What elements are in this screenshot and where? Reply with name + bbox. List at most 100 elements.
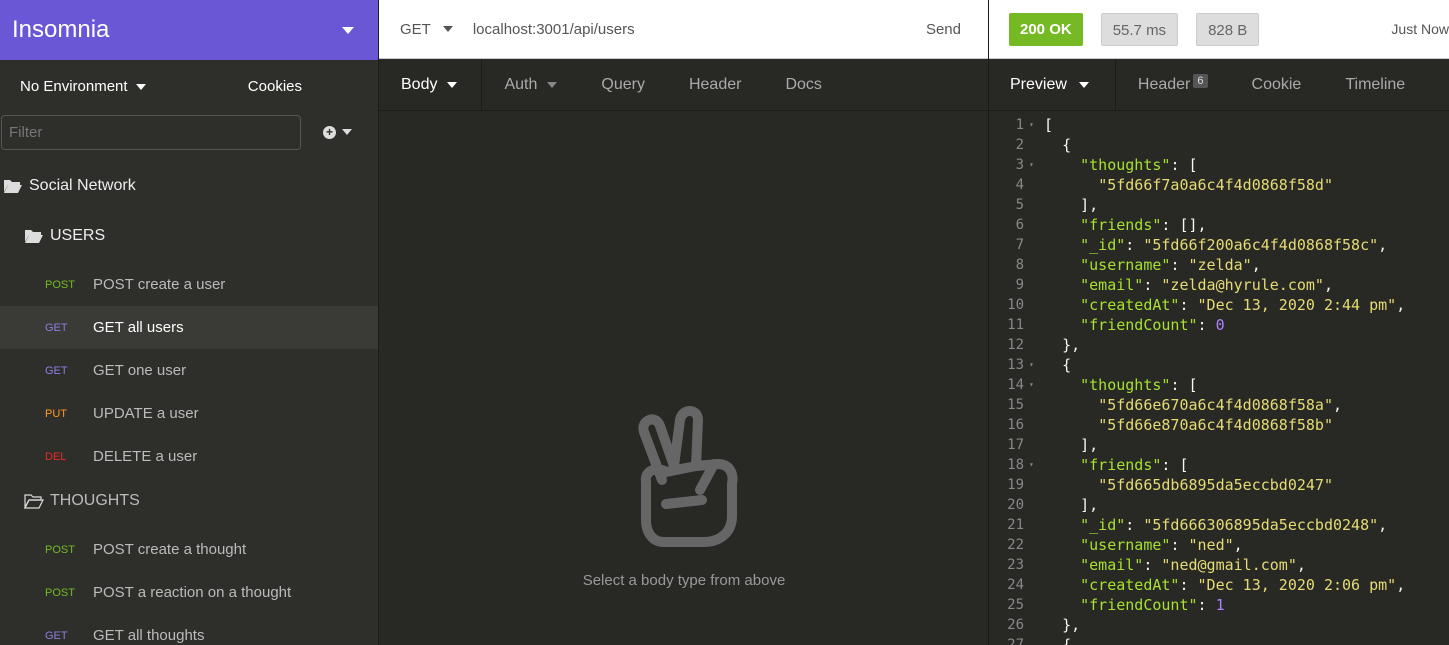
tab-query[interactable]: Query [579,59,667,111]
method-badge: POST [45,278,75,291]
fold-arrow-icon[interactable]: ▾ [1024,155,1044,175]
code-line: 18 ▾ "friends": [ [989,455,1449,475]
tab-response-header[interactable]: Header 6 [1116,59,1230,111]
code-line: 15 "5fd66e670a6c4f4d0868f58a", [989,395,1449,415]
code-text: { [1062,356,1072,374]
request-item[interactable]: DEL DELETE a user [0,435,378,478]
code-line: 7 "_id": "5fd66f200a6c4f4d0868f58c", [989,235,1449,255]
environment-selector[interactable]: No Environment [20,78,146,95]
code-text: "_id": "5fd666306895da5eccbd0248", [1080,516,1388,534]
request-label: DELETE a user [93,448,198,465]
method-badge: GET [45,629,68,642]
code-line: 9 "email": "zelda@hyrule.com", [989,275,1449,295]
chevron-down-icon [342,129,352,135]
url-bar: GET localhost:3001/api/users Send [379,0,988,59]
request-item[interactable]: POST POST create a user [0,263,378,306]
line-number: 9 [1015,277,1024,293]
code-text: { [1062,136,1072,154]
code-line: 25 "friendCount": 1 [989,595,1449,615]
environment-label: No Environment [20,77,128,95]
code-line: 26 }, [989,615,1449,635]
code-line: 20 ], [989,495,1449,515]
code-line: 10 "createdAt": "Dec 13, 2020 2:44 pm", [989,295,1449,315]
code-text: "_id": "5fd66f200a6c4f4d0868f58c", [1080,236,1388,254]
response-history-button[interactable]: Just Now [1391,21,1449,37]
fold-gutter [1024,315,1044,335]
fold-gutter [1024,195,1044,215]
filter-input[interactable] [1,114,301,150]
request-item[interactable]: POST POST a reaction on a thought [0,571,378,614]
tab-header[interactable]: Header [667,59,763,111]
fold-arrow-icon[interactable]: ▾ [1024,115,1044,135]
fold-gutter [1024,235,1044,255]
chevron-down-icon [1078,82,1089,88]
method-badge: POST [45,586,75,599]
code-line: 16 "5fd66e870a6c4f4d0868f58b" [989,415,1449,435]
request-item[interactable]: GET GET one user [0,349,378,392]
code-text: "friends": [ [1080,456,1189,474]
tab-label: Auth [504,76,538,93]
code-text: "5fd66f7a0a6c4f4d0868f58d" [1098,176,1333,194]
folder-users[interactable]: USERS [24,227,105,245]
line-number: 26 [1007,617,1024,633]
folder-thoughts[interactable]: THOUGHTS [24,492,140,510]
line-number: 14 [1007,377,1024,393]
line-number: 3 [1015,157,1024,173]
request-item[interactable]: GET GET all thoughts [0,614,378,645]
send-button[interactable]: Send [926,21,961,38]
tab-auth[interactable]: Auth [482,59,579,111]
tab-docs[interactable]: Docs [763,59,843,111]
line-number: 4 [1015,177,1024,193]
folder-open-icon [24,494,44,509]
request-label: POST create a thought [93,541,247,558]
folder-label: THOUGHTS [50,492,140,509]
code-text: "createdAt": "Dec 13, 2020 2:06 pm", [1080,576,1406,594]
chevron-down-icon [547,82,558,88]
line-number: 15 [1007,397,1024,413]
response-pane: 200 OK 55.7 ms 828 B Just Now Preview He… [989,0,1449,645]
request-label: POST create a user [93,276,226,293]
fold-gutter [1024,555,1044,575]
fold-gutter [1024,535,1044,555]
fold-gutter [1024,395,1044,415]
line-number: 23 [1007,557,1024,573]
environment-row: No Environment Cookies [0,60,378,112]
insomnia-app: Insomnia No Environment Cookies + Social… [0,0,1449,645]
request-item[interactable]: POST POST create a thought [0,528,378,571]
line-number: 24 [1007,577,1024,593]
request-item[interactable]: GET GET all users [0,306,378,349]
code-text: "thoughts": [ [1080,376,1198,394]
fold-arrow-icon[interactable]: ▾ [1024,375,1044,395]
tab-label: Header [688,76,742,93]
empty-body-message: Select a body type from above [582,572,786,589]
code-text: "friendCount": 0 [1080,316,1225,334]
fold-gutter [1024,415,1044,435]
request-label: GET all users [93,319,184,336]
code-line: 1 ▾[ [989,115,1449,135]
code-line: 2 { [989,135,1449,155]
workspace-folder[interactable]: Social Network [3,177,136,195]
code-text: "createdAt": "Dec 13, 2020 2:44 pm", [1080,296,1406,314]
chevron-down-icon [342,26,354,34]
method-label: GET [400,20,431,38]
request-item[interactable]: PUT UPDATE a user [0,392,378,435]
response-body-viewer[interactable]: 1 ▾[2 {3 ▾ "thoughts": [4 "5fd66f7a0a6c4f4… [989,115,1449,645]
tab-preview[interactable]: Preview [989,59,1116,111]
workspace-menu[interactable]: Insomnia [0,0,378,60]
fold-arrow-icon[interactable]: ▾ [1024,455,1044,475]
fold-gutter [1024,215,1044,235]
code-text: "friends": [], [1080,216,1207,234]
cookies-button[interactable]: Cookies [248,78,302,95]
tab-cookie[interactable]: Cookie [1230,59,1324,111]
tab-body[interactable]: Body [379,59,483,111]
url-input[interactable]: localhost:3001/api/users [473,21,926,38]
method-dropdown[interactable]: GET [400,21,453,38]
add-request-menu[interactable]: + [323,125,352,139]
line-number: 2 [1015,137,1024,153]
folder-open-icon [25,230,43,243]
line-number: 13 [1007,357,1024,373]
tab-label: Preview [1010,76,1067,93]
fold-arrow-icon[interactable]: ▾ [1024,355,1044,375]
tab-timeline[interactable]: Timeline [1323,59,1427,111]
request-label: GET all thoughts [93,627,205,644]
